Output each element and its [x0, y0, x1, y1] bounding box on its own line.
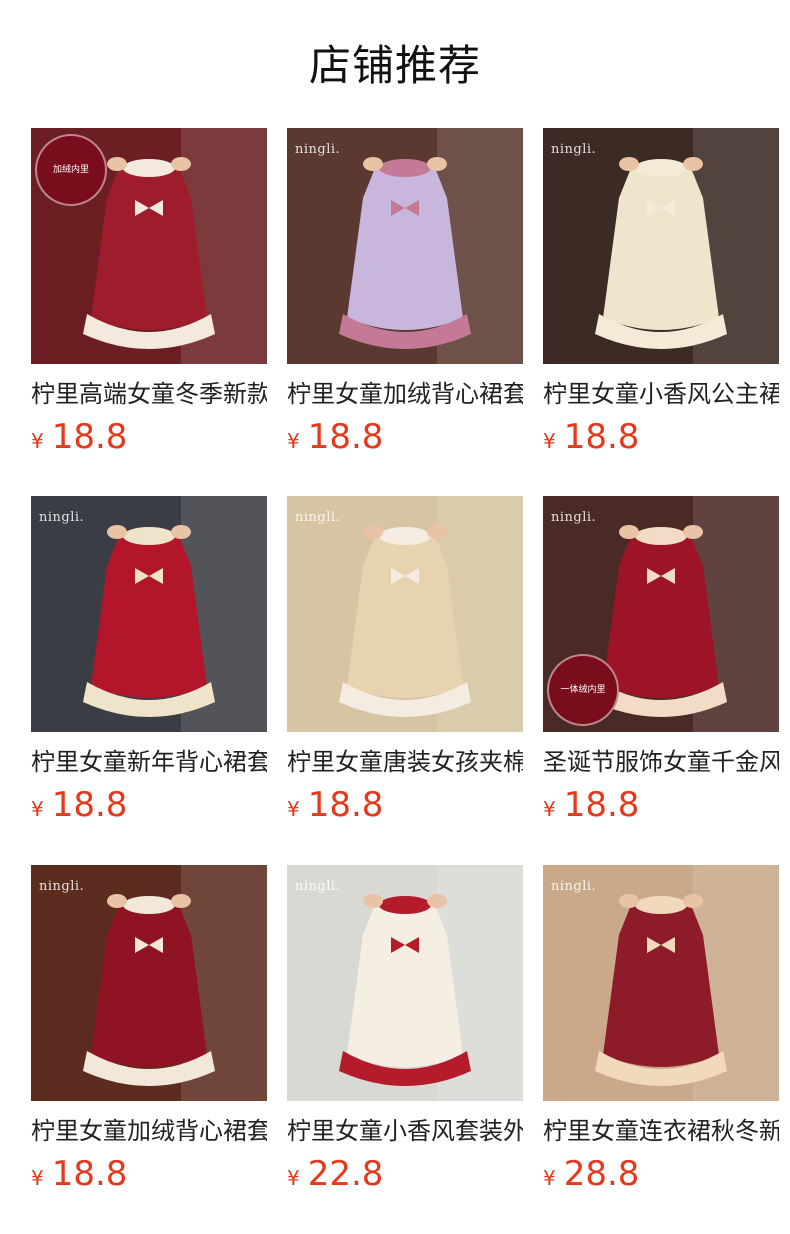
- section-title: 店铺推荐: [308, 41, 481, 90]
- dress-collar: [635, 527, 687, 545]
- garment-illustration: [287, 865, 523, 1101]
- product-image[interactable]: ningli.: [543, 865, 779, 1101]
- dress-collar: [123, 527, 175, 545]
- product-card[interactable]: ningli. 柠里女童新年背心裙套装 ¥18.8: [31, 496, 267, 825]
- brand-watermark: ningli.: [551, 879, 597, 894]
- garment-illustration: [31, 496, 267, 732]
- product-title[interactable]: 柠里女童小香风套装外套: [287, 1114, 523, 1148]
- dress-collar: [379, 159, 431, 177]
- price-value: 18.8: [563, 417, 640, 457]
- currency-symbol: ¥: [31, 429, 44, 453]
- garment-illustration: [543, 128, 779, 364]
- product-price: ¥18.8: [31, 417, 267, 457]
- dress-collar: [379, 527, 431, 545]
- product-card[interactable]: ningli. 一体绒内里圣诞节服饰女童千金风 ¥18.8: [543, 496, 779, 825]
- brand-watermark: ningli.: [295, 510, 341, 525]
- fabric-badge: 一体绒内里: [547, 654, 619, 726]
- dress-collar: [635, 159, 687, 177]
- product-price: ¥18.8: [287, 417, 523, 457]
- garment-illustration: [287, 496, 523, 732]
- dress-collar: [123, 896, 175, 914]
- product-image[interactable]: ningli.加绒内里: [31, 128, 267, 364]
- currency-symbol: ¥: [31, 1166, 44, 1190]
- product-card[interactable]: ningli. 柠里女童加绒背心裙套装 ¥18.8: [287, 128, 523, 457]
- dress-collar: [635, 896, 687, 914]
- currency-symbol: ¥: [287, 797, 300, 821]
- product-price: ¥18.8: [543, 417, 779, 457]
- fabric-badge: 加绒内里: [35, 134, 107, 206]
- product-title[interactable]: 柠里女童新年背心裙套装: [31, 745, 267, 779]
- brand-watermark: ningli.: [295, 142, 341, 157]
- garment-illustration: [287, 128, 523, 364]
- dress-collar: [123, 159, 175, 177]
- product-card[interactable]: ningli. 柠里女童唐装女孩夹棉 ¥18.8: [287, 496, 523, 825]
- product-title[interactable]: 柠里女童加绒背心裙套装: [287, 377, 523, 411]
- brand-watermark: ningli.: [39, 510, 85, 525]
- product-image[interactable]: ningli.: [287, 865, 523, 1101]
- currency-symbol: ¥: [287, 429, 300, 453]
- garment-illustration: [31, 865, 267, 1101]
- brand-watermark: ningli.: [551, 510, 597, 525]
- product-title[interactable]: 圣诞节服饰女童千金风: [543, 745, 779, 779]
- product-price: ¥18.8: [31, 1154, 267, 1194]
- price-value: 18.8: [51, 417, 128, 457]
- product-card[interactable]: ningli. 柠里女童小香风套装外套 ¥22.8: [287, 865, 523, 1194]
- brand-watermark: ningli.: [295, 879, 341, 894]
- product-price: ¥22.8: [287, 1154, 523, 1194]
- product-image[interactable]: ningli.: [31, 865, 267, 1101]
- product-card[interactable]: ningli. 柠里女童加绒背心裙套装 ¥18.8: [31, 865, 267, 1194]
- price-value: 18.8: [51, 785, 128, 825]
- product-title[interactable]: 柠里女童连衣裙秋冬新款: [543, 1114, 779, 1148]
- currency-symbol: ¥: [287, 1166, 300, 1190]
- price-value: 18.8: [307, 785, 384, 825]
- product-image[interactable]: ningli.: [543, 128, 779, 364]
- currency-symbol: ¥: [543, 797, 556, 821]
- product-price: ¥18.8: [287, 785, 523, 825]
- price-value: 18.8: [307, 417, 384, 457]
- price-value: 18.8: [51, 1154, 128, 1194]
- product-price: ¥28.8: [543, 1154, 779, 1194]
- product-card[interactable]: ningli. 柠里女童小香风公主裙 ¥18.8: [543, 128, 779, 457]
- currency-symbol: ¥: [543, 429, 556, 453]
- product-image[interactable]: ningli.: [287, 128, 523, 364]
- product-title[interactable]: 柠里女童唐装女孩夹棉: [287, 745, 523, 779]
- product-title[interactable]: 柠里女童加绒背心裙套装: [31, 1114, 267, 1148]
- price-value: 28.8: [563, 1154, 640, 1194]
- product-card[interactable]: ningli.加绒内里柠里高端女童冬季新款 ¥18.8: [31, 128, 267, 457]
- brand-watermark: ningli.: [551, 142, 597, 157]
- currency-symbol: ¥: [543, 1166, 556, 1190]
- product-price: ¥18.8: [543, 785, 779, 825]
- garment-illustration: [543, 865, 779, 1101]
- product-card[interactable]: ningli. 柠里女童连衣裙秋冬新款 ¥28.8: [543, 865, 779, 1194]
- product-image[interactable]: ningli.: [287, 496, 523, 732]
- product-title[interactable]: 柠里女童小香风公主裙: [543, 377, 779, 411]
- product-price: ¥18.8: [31, 785, 267, 825]
- brand-watermark: ningli.: [39, 879, 85, 894]
- product-image[interactable]: ningli. 一体绒内里: [543, 496, 779, 732]
- product-title[interactable]: 柠里高端女童冬季新款: [31, 377, 267, 411]
- price-value: 18.8: [563, 785, 640, 825]
- dress-collar: [379, 896, 431, 914]
- product-image[interactable]: ningli.: [31, 496, 267, 732]
- currency-symbol: ¥: [31, 797, 44, 821]
- price-value: 22.8: [307, 1154, 384, 1194]
